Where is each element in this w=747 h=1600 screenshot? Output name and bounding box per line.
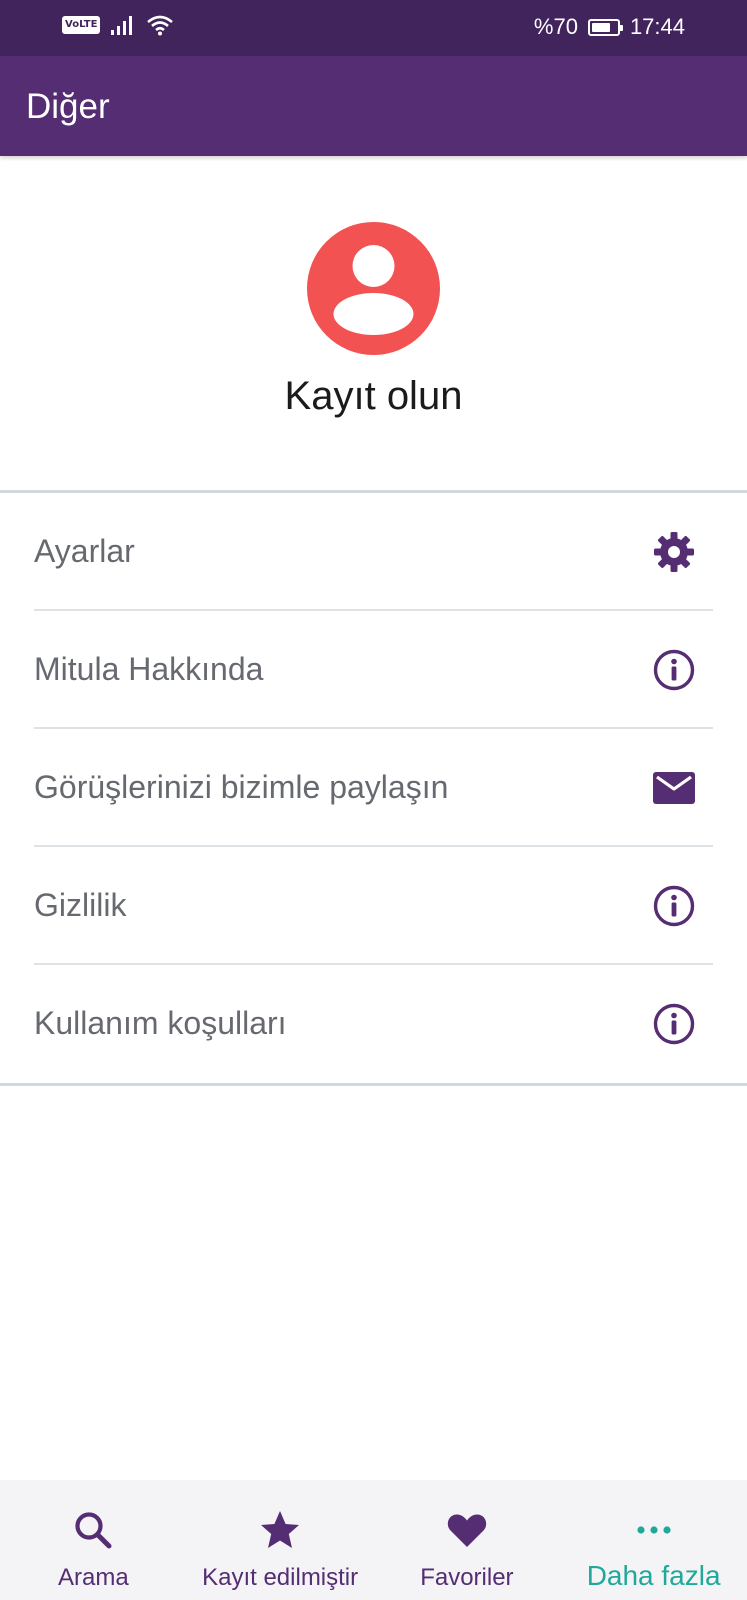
volte-badge: VoLTE bbox=[62, 16, 101, 34]
profile-section: Kayıt olun bbox=[0, 156, 747, 490]
menu-item-label: Kullanım koşulları bbox=[34, 1005, 287, 1041]
page-title: Diğer bbox=[26, 87, 110, 126]
star-icon bbox=[261, 1511, 300, 1548]
menu-item-terms[interactable]: Kullanım koşulları bbox=[0, 965, 747, 1083]
menu-item-about[interactable]: Mitula Hakkında bbox=[0, 611, 747, 729]
nav-tab-saved[interactable]: Kayıt edilmiştir bbox=[187, 1480, 374, 1600]
heart-icon bbox=[447, 1514, 487, 1547]
nav-tab-search[interactable]: Arama bbox=[0, 1480, 187, 1600]
battery-icon bbox=[587, 18, 623, 36]
battery-percent: %70 bbox=[533, 14, 578, 39]
menu-item-settings[interactable]: Ayarlar bbox=[0, 493, 747, 611]
status-left: VoLTE bbox=[62, 14, 174, 36]
status-right: %70 17:44 bbox=[534, 14, 685, 40]
info-icon bbox=[653, 1003, 695, 1045]
search-icon bbox=[75, 1512, 112, 1549]
bottom-navigation: Arama Kayıt edilmiştir Favoriler Daha fa… bbox=[0, 1480, 747, 1600]
menu-item-privacy[interactable]: Gizlilik bbox=[0, 847, 747, 965]
nav-tab-more[interactable]: Daha fazla bbox=[560, 1480, 747, 1600]
clock: 17:44 bbox=[629, 14, 685, 39]
nav-label: Favoriler bbox=[420, 1564, 514, 1591]
status-bar: VoLTE %70 17:44 bbox=[0, 0, 747, 56]
menu-item-label: Görüşlerinizi bizimle paylaşın bbox=[34, 769, 449, 805]
register-link[interactable]: Kayıt olun bbox=[285, 374, 463, 418]
info-icon bbox=[653, 649, 695, 691]
gear-icon bbox=[654, 532, 694, 572]
more-dots-icon bbox=[637, 1526, 671, 1534]
wifi-icon bbox=[147, 15, 174, 36]
signal-icon bbox=[111, 16, 133, 35]
mail-icon bbox=[653, 772, 695, 804]
avatar-icon[interactable] bbox=[307, 222, 440, 355]
section-divider-bottom bbox=[0, 1083, 747, 1086]
nav-label: Kayıt edilmiştir bbox=[202, 1564, 359, 1591]
menu-item-feedback[interactable]: Görüşlerinizi bizimle paylaşın bbox=[0, 729, 747, 847]
menu-item-label: Ayarlar bbox=[34, 533, 135, 569]
menu-item-label: Mitula Hakkında bbox=[34, 651, 264, 687]
app-bar: Diğer bbox=[0, 56, 747, 156]
nav-label: Daha fazla bbox=[586, 1560, 721, 1591]
menu-item-label: Gizlilik bbox=[34, 887, 127, 923]
register-link-wrap: Kayıt olun bbox=[0, 374, 747, 419]
nav-label: Arama bbox=[58, 1564, 129, 1591]
settings-menu: Ayarlar Mitula Hakkında Görüşlerinizi bi… bbox=[0, 493, 747, 1083]
nav-tab-favorites[interactable]: Favoriler bbox=[374, 1480, 561, 1600]
info-icon bbox=[653, 885, 695, 927]
